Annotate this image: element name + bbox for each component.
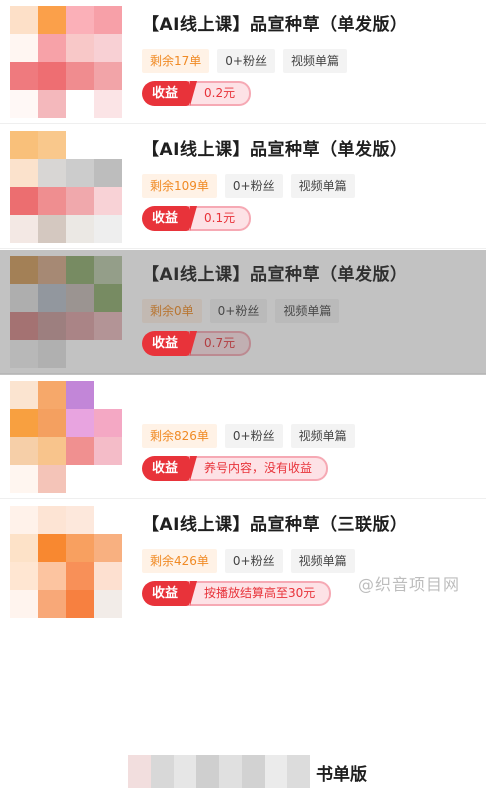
task-card[interactable]: 【AI线上课】品宣种草（三联版） 剩余426单 0+粉丝 视频单篇 收益 按播放… xyxy=(0,500,486,619)
earnings-value: 按播放结算高至30元 xyxy=(188,581,332,606)
fans-requirement-tag: 0+粉丝 xyxy=(224,174,283,198)
content-type-tag: 视频单篇 xyxy=(282,49,347,73)
earnings-value: 0.1元 xyxy=(188,206,252,231)
task-title: 【AI线上课】品宣种草（单发版） xyxy=(142,15,408,35)
task-tags: 剩余826单 0+粉丝 视频单篇 xyxy=(142,424,363,448)
earnings-badge: 收益 0.2元 xyxy=(142,81,252,106)
task-list: 【AI线上课】品宣种草（单发版） 剩余17单 0+粉丝 视频单篇 收益 0.2元… xyxy=(0,0,486,788)
task-title: 【AI线上课】品宣种草（三联版） xyxy=(142,515,408,535)
task-title-visible-tail: 书单版 xyxy=(316,765,367,785)
earnings-label: 收益 xyxy=(142,581,198,606)
task-thumbnail xyxy=(10,131,122,243)
task-tags: 剩余426单 0+粉丝 视频单篇 xyxy=(142,549,363,573)
content-type-tag: 视频单篇 xyxy=(290,174,355,198)
content-type-tag: 视频单篇 xyxy=(290,549,355,573)
earnings-label: 收益 xyxy=(142,81,198,106)
earnings-badge: 收益 按播放结算高至30元 xyxy=(142,581,332,606)
watermark: @织音项目网 xyxy=(357,575,460,594)
task-tags: 剩余109单 0+粉丝 视频单篇 xyxy=(142,174,363,198)
sold-out-overlay xyxy=(0,250,486,375)
fans-requirement-tag: 0+粉丝 xyxy=(217,49,275,73)
task-thumbnail xyxy=(10,381,122,493)
fans-requirement-tag: 0+粉丝 xyxy=(224,424,283,448)
earnings-label: 收益 xyxy=(142,331,198,356)
earnings-badge: 收益 养号内容，没有收益 xyxy=(142,456,329,481)
task-card[interactable]: 【AI线上课】品宣种草（单发版） 剩余109单 0+粉丝 视频单篇 收益 0.1… xyxy=(0,125,486,249)
remain-count-tag: 剩余17单 xyxy=(142,49,210,73)
content-type-tag: 视频单篇 xyxy=(290,424,355,448)
earnings-value: 0.2元 xyxy=(188,81,252,106)
censored-title-mosaic xyxy=(128,755,310,788)
earnings-value: 养号内容，没有收益 xyxy=(188,456,329,481)
task-title: 【AI线上课】品宣种草（单发版） xyxy=(142,140,408,160)
task-tags: 剩余17单 0+粉丝 视频单篇 xyxy=(142,49,355,73)
task-thumbnail xyxy=(10,6,122,118)
remain-count-tag: 剩余109单 xyxy=(142,174,217,198)
remain-count-tag: 剩余826单 xyxy=(142,424,217,448)
earnings-badge: 收益 0.1元 xyxy=(142,206,252,231)
earnings-label: 收益 xyxy=(142,206,198,231)
remain-count-tag: 剩余426单 xyxy=(142,549,217,573)
task-card[interactable]: 书单版 剩余826单 0+粉丝 视频单篇 收益 养号内容，没有收益 xyxy=(0,375,486,788)
task-card[interactable]: 【AI线上课】品宣种草（单发版） 剩余17单 0+粉丝 视频单篇 收益 0.2元 xyxy=(0,0,486,124)
fans-requirement-tag: 0+粉丝 xyxy=(224,549,283,573)
task-thumbnail xyxy=(10,506,122,618)
earnings-label: 收益 xyxy=(142,456,198,481)
